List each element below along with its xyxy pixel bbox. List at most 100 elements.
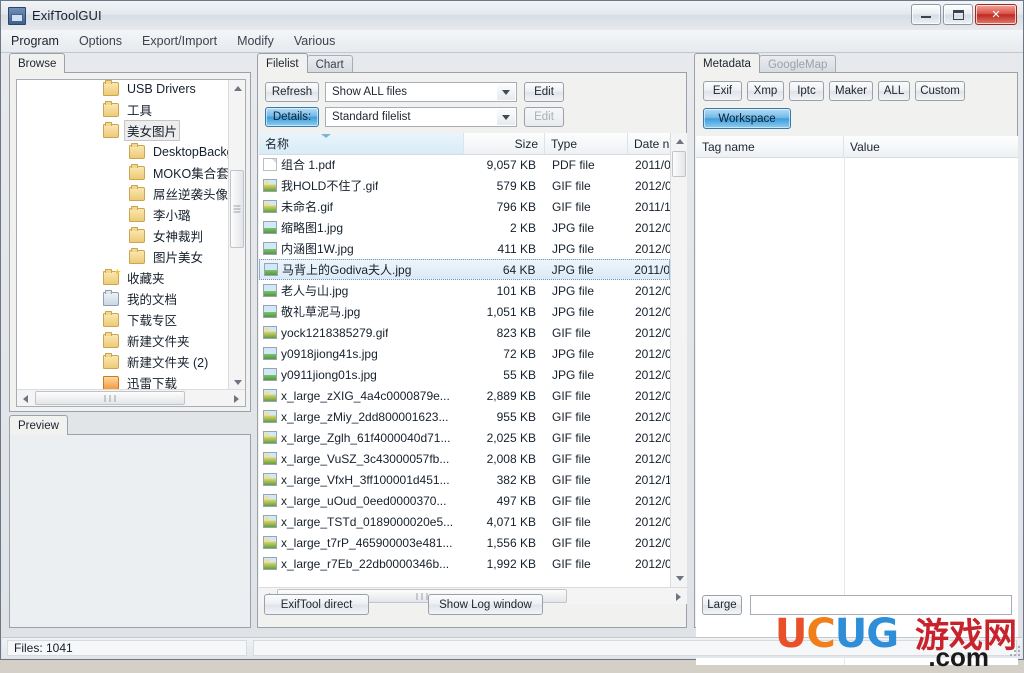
tab-googlemap[interactable]: GoogleMap — [758, 55, 837, 73]
file-listview[interactable]: 名称 Size Type Date n 组合 1.pdf 9,057 KB PDF … — [259, 133, 687, 604]
listview-vertical-scrollbar[interactable] — [670, 133, 687, 587]
table-row[interactable]: 缩略图1.jpg 2 KB JPG file 2012/0 — [259, 217, 670, 238]
menu-modify[interactable]: Modify — [237, 34, 274, 48]
tab-metadata[interactable]: Metadata — [694, 53, 760, 73]
tree-item-label: 图片美女 — [153, 251, 204, 265]
tree-item-13[interactable]: 新建文件夹 (2) — [17, 351, 229, 372]
tree-item-0[interactable]: USB Drivers — [17, 80, 229, 99]
preview-panel: Preview — [9, 415, 251, 628]
column-header-tagname[interactable]: Tag name — [696, 136, 844, 157]
table-row[interactable]: x_large_VuSZ_3c43000057fb... 2,008 KB GIF … — [259, 448, 670, 469]
maker-button[interactable]: Maker — [829, 81, 873, 101]
column-header-type[interactable]: Type — [545, 133, 628, 154]
list-scroll-up-button[interactable] — [671, 133, 687, 150]
menu-export-import[interactable]: Export/Import — [142, 34, 217, 48]
tree-scroll-right-button[interactable] — [228, 390, 245, 406]
table-row[interactable]: 老人与山.jpg 101 KB JPG file 2012/0 — [259, 280, 670, 301]
tree-item-11[interactable]: 下载专区 — [17, 309, 229, 330]
details-button[interactable]: Details: — [265, 107, 319, 127]
edit-details-button[interactable]: Edit — [524, 107, 564, 127]
column-header-name[interactable]: 名称 — [259, 133, 464, 154]
tab-browse[interactable]: Browse — [9, 53, 66, 73]
list-scroll-right-button[interactable] — [670, 588, 687, 604]
tab-filelist[interactable]: Filelist — [257, 53, 308, 73]
tree-item-1[interactable]: 工具 — [17, 99, 229, 120]
xmp-button[interactable]: Xmp — [747, 81, 784, 101]
folder-tree[interactable]: USB Drivers 工具 美女图片 DesktopBackgro MOKO集合套图第… — [16, 79, 246, 407]
table-row[interactable]: x_large_zXIG_4a4c0000879e... 2,889 KB GIF … — [259, 385, 670, 406]
workspace-button[interactable]: Workspace — [703, 108, 791, 129]
table-row[interactable]: x_large_r7Eb_22db0000346b... 1,992 KB GIF … — [259, 553, 670, 574]
file-name-label: x_large_VfxH_3ff100001d451... — [281, 472, 450, 487]
tree-item-2[interactable]: 美女图片 — [17, 120, 229, 141]
menu-options[interactable]: Options — [79, 34, 122, 48]
tree-horizontal-scrollbar[interactable] — [17, 389, 245, 406]
large-button[interactable]: Large — [702, 595, 742, 615]
table-row[interactable]: 马背上的Godiva夫人.jpg 64 KB JPG file 2011/0 — [259, 259, 670, 280]
exif-button[interactable]: Exif — [703, 81, 742, 101]
table-row[interactable]: yock1218385279.gif 823 KB GIF file 2012/0 — [259, 322, 670, 343]
file-size-cell: 55 KB — [503, 367, 536, 382]
table-row[interactable]: 敬礼草泥马.jpg 1,051 KB JPG file 2012/0 — [259, 301, 670, 322]
table-row[interactable]: x_large_uOud_0eed0000370... 497 KB GIF fil… — [259, 490, 670, 511]
tree-vertical-scrollbar[interactable] — [228, 80, 245, 391]
tree-scroll-left-button[interactable] — [17, 390, 34, 406]
chevron-down-icon[interactable] — [497, 109, 515, 125]
preview-area[interactable] — [9, 434, 251, 628]
list-scroll-thumb[interactable] — [672, 151, 686, 177]
tab-chart[interactable]: Chart — [306, 55, 353, 73]
listview-header: 名称 Size Type Date n — [259, 133, 687, 155]
tree-item-12[interactable]: 新建文件夹 — [17, 330, 229, 351]
tree-item-7[interactable]: 女神裁判 — [17, 225, 229, 246]
table-row[interactable]: x_large_zMiy_2dd800001623... 955 KB GIF fi… — [259, 406, 670, 427]
maximize-button[interactable] — [943, 4, 973, 25]
file-name-cell: x_large_zXIG_4a4c0000879e... — [259, 389, 464, 403]
tree-scroll-up-button[interactable] — [229, 80, 245, 97]
all-button[interactable]: ALL — [878, 81, 910, 101]
column-header-size[interactable]: Size — [464, 133, 545, 154]
minimize-button[interactable] — [911, 4, 941, 25]
exiftool-direct-button[interactable]: ExifTool direct — [264, 594, 369, 615]
table-row[interactable]: x_large_Zglh_61f4000040d71... 2,025 KB GIF… — [259, 427, 670, 448]
table-row[interactable]: y0918jiong41s.jpg 72 KB JPG file 2012/0 — [259, 343, 670, 364]
table-row[interactable]: x_large_t7rP_465900003e481... 1,556 KB GIF… — [259, 532, 670, 553]
table-row[interactable]: 未命名.gif 796 KB GIF file 2011/1 — [259, 196, 670, 217]
tree-item-10[interactable]: 我的文档 — [17, 288, 229, 309]
chevron-down-icon[interactable] — [497, 84, 515, 100]
menu-program[interactable]: Program — [11, 34, 59, 48]
list-scroll-down-button[interactable] — [671, 570, 687, 587]
table-row[interactable]: x_large_TSTd_0189000020e5... 4,071 KB GIF … — [259, 511, 670, 532]
menu-various[interactable]: Various — [294, 34, 335, 48]
tree-item-9[interactable]: 收藏夹 — [17, 267, 229, 288]
table-row[interactable]: 我HOLD不住了.gif 579 KB GIF file 2012/0 — [259, 175, 670, 196]
resize-grip-icon[interactable] — [1008, 644, 1020, 656]
table-row[interactable]: 内涵图1W.jpg 411 KB JPG file 2012/0 — [259, 238, 670, 259]
tab-preview[interactable]: Preview — [9, 415, 68, 435]
show-log-window-button[interactable]: Show Log window — [428, 594, 543, 615]
table-row[interactable]: y0911jiong01s.jpg 55 KB JPG file 2012/0 — [259, 364, 670, 385]
file-size-cell: 4,071 KB — [486, 514, 536, 529]
metadata-listview[interactable]: Tag name Value — [696, 136, 1018, 665]
file-date-cell: 2012/0 — [635, 430, 670, 445]
tree-item-5[interactable]: 屌丝逆袭头像 — [17, 183, 229, 204]
tree-item-8[interactable]: 图片美女 — [17, 246, 229, 267]
file-name-cell: x_large_TSTd_0189000020e5... — [259, 515, 464, 529]
details-preset-combo[interactable]: Standard filelist — [325, 107, 517, 127]
tree-item-6[interactable]: 李小璐 — [17, 204, 229, 225]
column-header-value[interactable]: Value — [844, 136, 1018, 157]
tree-hscroll-thumb[interactable] — [35, 391, 185, 405]
file-filter-combo[interactable]: Show ALL files — [325, 82, 517, 102]
refresh-button[interactable]: Refresh — [265, 82, 319, 102]
tree-scroll-thumb[interactable] — [230, 170, 244, 248]
table-row[interactable]: 组合 1.pdf 9,057 KB PDF file 2011/0 — [259, 154, 670, 175]
file-name-cell: x_large_VfxH_3ff100001d451... — [259, 473, 464, 487]
tree-item-4[interactable]: MOKO集合套图第 — [17, 162, 245, 183]
scroll-grip-icon — [233, 204, 241, 215]
custom-button[interactable]: Custom — [915, 81, 965, 101]
tree-item-3[interactable]: DesktopBackgro — [17, 141, 245, 162]
edit-filter-button[interactable]: Edit — [524, 82, 564, 102]
table-row[interactable]: x_large_VfxH_3ff100001d451... 382 KB GIF f… — [259, 469, 670, 490]
iptc-button[interactable]: Iptc — [789, 81, 824, 101]
metadata-value-input[interactable] — [750, 595, 1012, 615]
close-button[interactable]: ✕ — [975, 4, 1017, 25]
